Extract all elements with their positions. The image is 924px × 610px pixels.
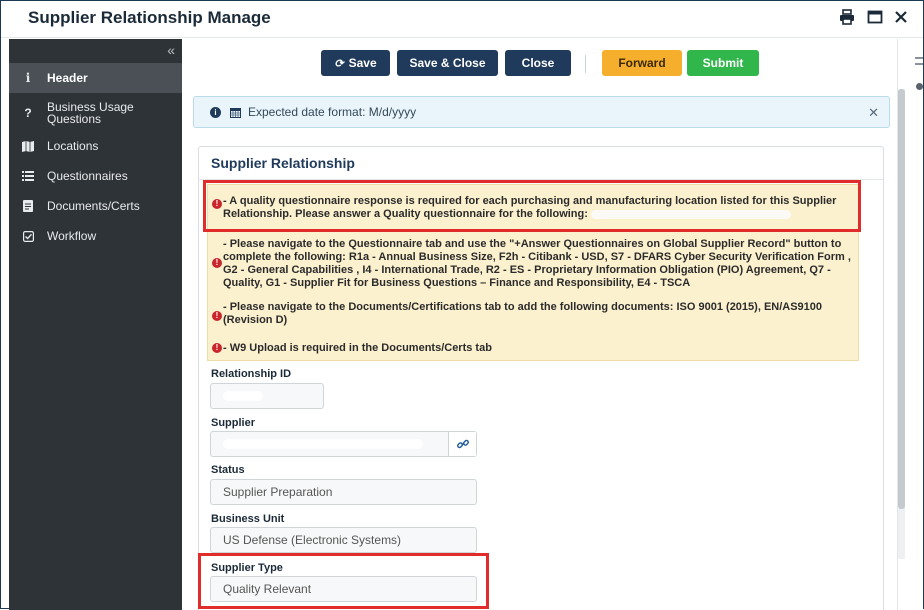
error-icon: ! [212, 199, 222, 209]
validation-warnings: ! - A quality questionnaire response is … [207, 184, 859, 361]
scrollbar-thumb[interactable] [898, 89, 905, 509]
list-icon [9, 171, 47, 181]
sidebar-item-label: Documents/Certs [47, 199, 140, 213]
business-unit-field: US Defense (Electronic Systems) [210, 527, 477, 553]
panel-toggle-icon[interactable] [915, 57, 923, 65]
sidebar-item-workflow[interactable]: Workflow [9, 225, 182, 247]
status-field: Supplier Preparation [210, 479, 477, 505]
close-icon[interactable] [893, 9, 909, 25]
business-unit-label: Business Unit [211, 513, 285, 525]
submit-button[interactable]: Submit [687, 50, 759, 76]
error-icon: ! [212, 311, 222, 321]
comment-icon[interactable] [916, 83, 923, 90]
sidebar-item-label: Workflow [47, 229, 97, 243]
relationship-id-label: Relationship ID [211, 368, 292, 380]
window-title: Supplier Relationship Manage [28, 8, 271, 27]
date-format-info-banner: i Expected date format: M/d/yyyy ✕ [193, 96, 890, 128]
question-icon: ? [24, 106, 32, 120]
right-gutter [897, 39, 923, 610]
save-button[interactable]: ⟳ Save [321, 50, 390, 76]
redacted-value [223, 439, 423, 449]
sidebar-item-business-usage-questions[interactable]: ? Business Usage Questions [9, 97, 182, 129]
supplier-relationship-panel: Supplier Relationship ! - A quality ques… [198, 146, 884, 610]
sidebar-item-documents-certs[interactable]: Documents/Certs [9, 195, 182, 217]
supplier-label: Supplier [211, 417, 256, 429]
sidebar-item-label: Questionnaires [47, 169, 128, 183]
calendar-icon [230, 107, 241, 118]
supplier-relationship-window: Supplier Relationship Manage « i Header … [0, 0, 924, 610]
section-title: Supplier Relationship [199, 147, 883, 180]
supplier-field[interactable] [210, 431, 477, 457]
dismiss-icon[interactable]: ✕ [868, 105, 879, 121]
relationship-id-field[interactable] [210, 383, 324, 409]
warning-message: - A quality questionnaire response is re… [223, 195, 837, 220]
collapse-sidebar-icon[interactable]: « [167, 42, 175, 58]
title-bar: Supplier Relationship Manage [1, 1, 923, 38]
sidebar-item-locations[interactable]: Locations [9, 135, 182, 157]
main-content: ⟳ Save Save & Close Close Forward Submit… [182, 39, 897, 610]
error-icon: ! [212, 343, 222, 353]
supplier-type-label: Supplier Type [211, 562, 283, 574]
print-icon[interactable] [839, 9, 855, 25]
forward-button[interactable]: Forward [602, 50, 682, 76]
toolbar-separator [585, 55, 586, 73]
warning-message: - Please navigate to the Documents/Certi… [223, 301, 823, 326]
info-icon: i [25, 71, 31, 85]
document-icon [9, 200, 47, 212]
sidebar-item-label: Locations [47, 139, 99, 153]
redacted-location [590, 209, 791, 219]
refresh-icon: ⟳ [334, 57, 344, 70]
sidebar-item-questionnaires[interactable]: Questionnaires [9, 165, 182, 187]
maximize-icon[interactable] [867, 9, 883, 25]
error-icon: ! [212, 258, 222, 268]
info-circle-icon: i [210, 106, 221, 118]
save-and-close-button[interactable]: Save & Close [397, 50, 498, 76]
date-format-text: Expected date format: M/d/yyyy [248, 105, 417, 119]
link-icon[interactable] [448, 432, 476, 456]
supplier-type-field: Quality Relevant [210, 576, 477, 602]
sidebar: « i Header ? Business Usage Questions Lo… [9, 39, 182, 610]
status-label: Status [211, 464, 245, 476]
close-button[interactable]: Close [505, 50, 571, 76]
redacted-value [223, 391, 263, 401]
sidebar-item-label: Header [47, 71, 88, 85]
sidebar-item-label: Business Usage Questions [47, 100, 134, 126]
warning-message: - Please navigate to the Questionnaire t… [223, 238, 851, 289]
map-icon [9, 140, 47, 152]
warning-message: - W9 Upload is required in the Documents… [223, 342, 492, 354]
sidebar-item-header[interactable]: i Header [9, 63, 182, 93]
checkbox-icon [9, 230, 47, 242]
